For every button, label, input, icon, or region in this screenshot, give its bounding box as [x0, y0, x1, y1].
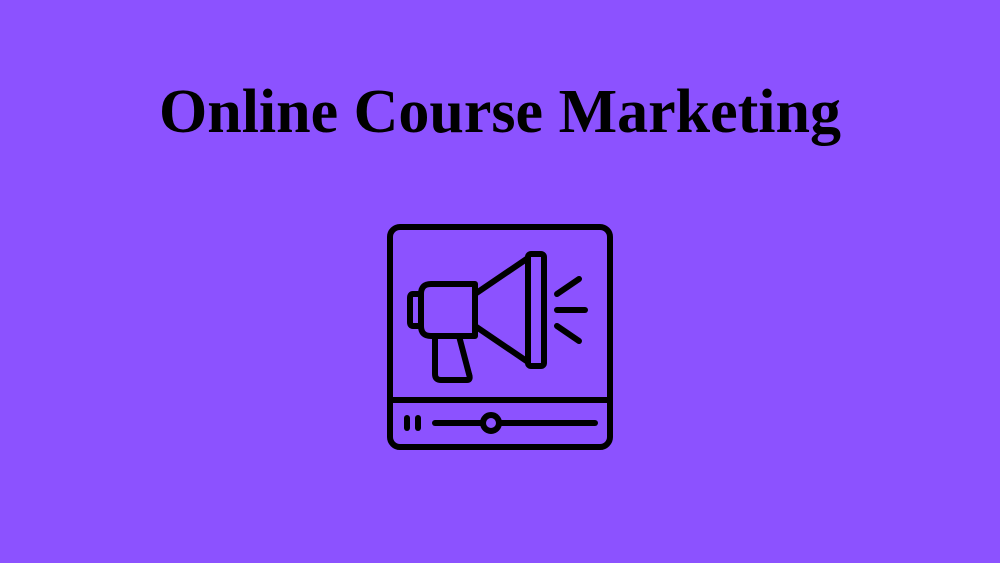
- megaphone-mouth: [525, 251, 547, 369]
- megaphone-handle: [432, 333, 473, 383]
- megaphone-body: [418, 281, 478, 339]
- megaphone-horn: [472, 255, 531, 365]
- megaphone-video-player-icon: [385, 222, 615, 452]
- sound-wave-top: [554, 276, 582, 297]
- sound-wave-bottom: [554, 323, 582, 344]
- page-title: Online Course Marketing: [159, 78, 841, 146]
